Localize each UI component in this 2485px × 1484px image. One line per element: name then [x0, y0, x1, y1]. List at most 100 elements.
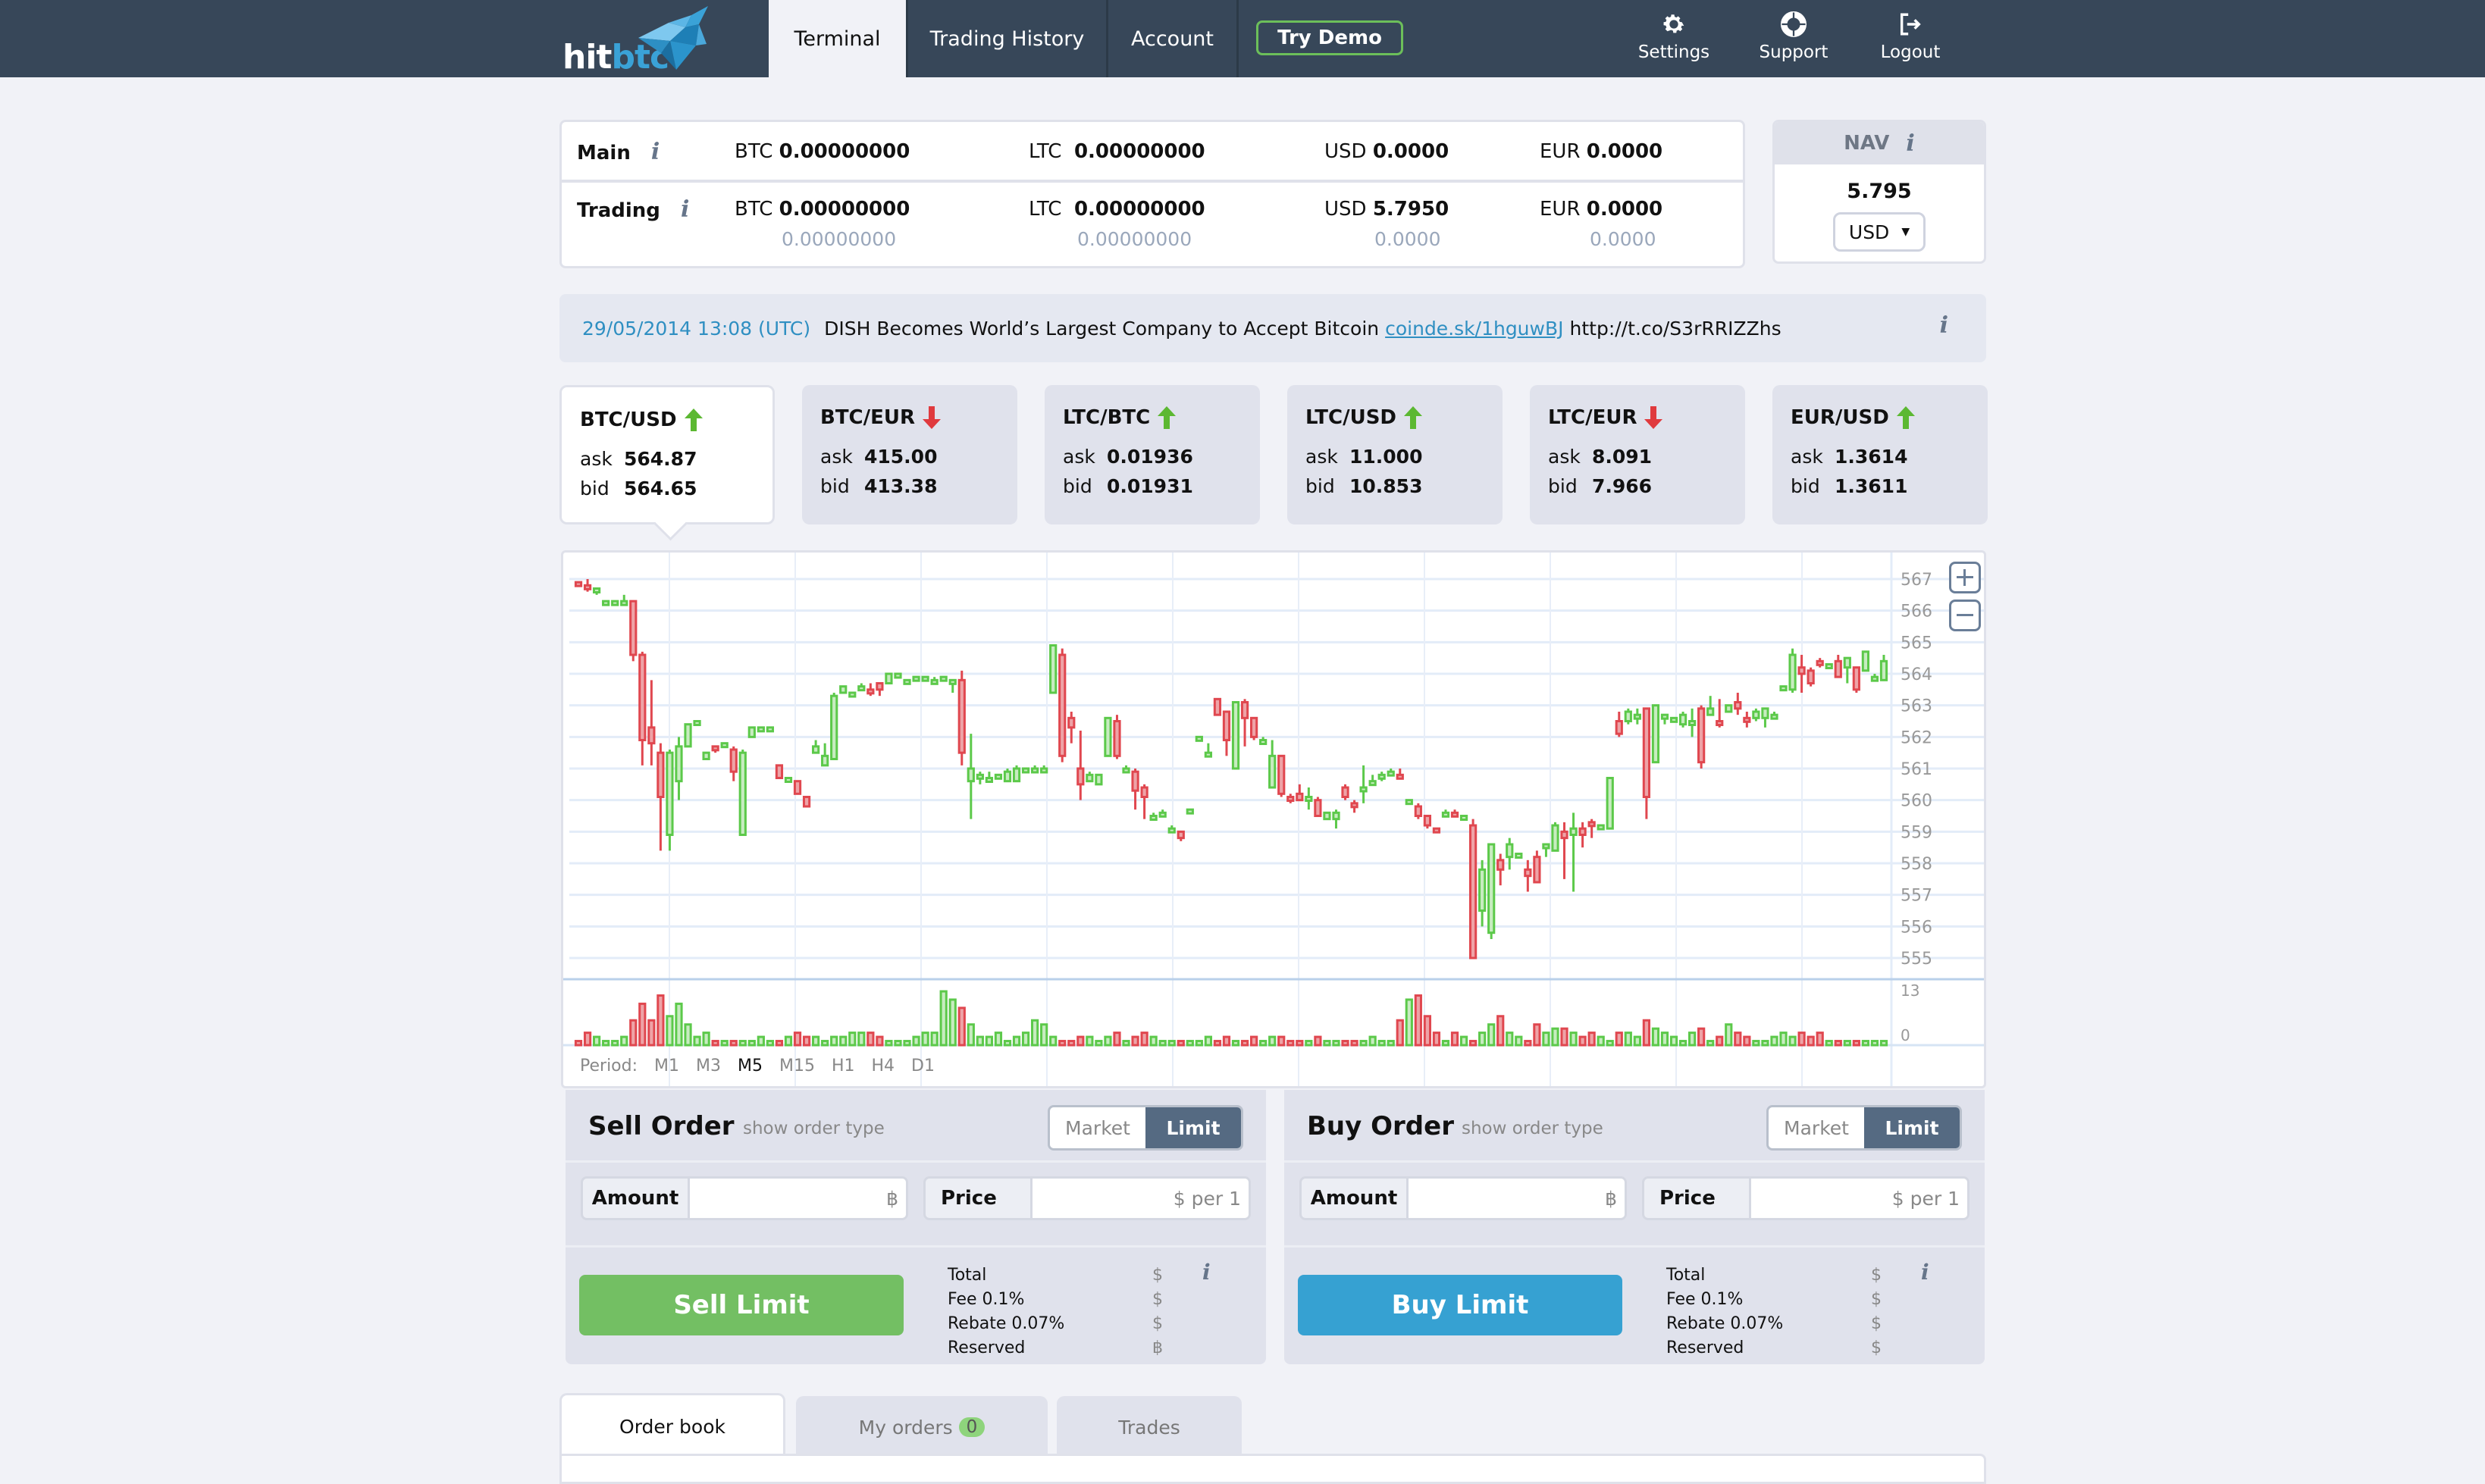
ticker-card[interactable]: BTC/USD ask 564.87 bid 564.65 — [559, 385, 775, 524]
zoom-out-button[interactable] — [1949, 600, 1981, 631]
candle-body — [1660, 713, 1669, 720]
candle-body — [1012, 767, 1021, 783]
candle-body — [1633, 713, 1641, 720]
volume-bar — [1752, 1040, 1760, 1047]
period-m1[interactable]: M1 — [654, 1057, 679, 1075]
amount-input[interactable] — [1406, 1179, 1625, 1218]
volume-bar — [1423, 1015, 1432, 1047]
period-m15[interactable]: M15 — [779, 1057, 815, 1075]
sell-limit-button[interactable]: Sell Limit — [579, 1275, 904, 1335]
period-d1[interactable]: D1 — [911, 1057, 935, 1075]
period-m5[interactable]: M5 — [738, 1057, 763, 1075]
hitbtc-logo[interactable]: hitbtc — [561, 6, 713, 77]
volume-bar — [1496, 1015, 1505, 1047]
caret-down-icon: ▼ — [1901, 226, 1910, 238]
volume-bar — [1158, 1040, 1167, 1047]
zoom-in-button[interactable] — [1949, 562, 1981, 593]
period-h1[interactable]: H1 — [832, 1057, 855, 1075]
volume-bar — [1542, 1032, 1550, 1047]
volume-bar — [1716, 1035, 1724, 1047]
volume-bar — [903, 1040, 911, 1047]
candle-body — [583, 584, 592, 590]
tab-trades[interactable]: Trades — [1057, 1396, 1242, 1458]
ticker-card[interactable]: LTC/USD ask 11.000 bid 10.853 — [1287, 385, 1503, 524]
candle-body — [1003, 770, 1012, 783]
volume-bar — [1131, 1035, 1139, 1047]
info-icon[interactable]: i — [1921, 1260, 1929, 1285]
volume-bar — [1468, 1040, 1478, 1047]
price-chart[interactable]: 567 566 565 564 563 562 561 560 559 558 557 556 555 1… — [561, 550, 1986, 1088]
try-demo-button[interactable]: Try Demo — [1256, 20, 1403, 55]
limit-option[interactable]: Limit — [1864, 1107, 1960, 1148]
candle-body — [1095, 773, 1103, 786]
bid-value: 10.853 — [1349, 475, 1423, 497]
buy-order-panel: Buy Order show order type Market Limit A… — [1284, 1090, 1985, 1364]
support-button[interactable]: Support — [1741, 8, 1847, 71]
ticker-card[interactable]: LTC/BTC ask 0.01936 bid 0.01931 — [1045, 385, 1260, 524]
unicorn-icon — [638, 6, 708, 70]
support-label: Support — [1759, 42, 1828, 62]
tab-my-orders[interactable]: My orders 0 — [796, 1396, 1048, 1458]
volume-bar — [1387, 1040, 1395, 1047]
volume-bar — [1825, 1040, 1833, 1047]
ticker-card[interactable]: EUR/USD ask 1.3614 bid 1.3611 — [1772, 385, 1988, 524]
candle-body — [1277, 754, 1286, 795]
ticker-card[interactable]: LTC/EUR ask 8.091 bid 7.966 — [1530, 385, 1745, 524]
candle-body — [1578, 827, 1587, 836]
volume-bar — [657, 994, 665, 1047]
candle-body — [821, 754, 829, 767]
info-icon[interactable]: i — [681, 196, 689, 223]
candle-body — [1204, 751, 1213, 758]
volume-bar — [1012, 1035, 1021, 1047]
volume-bar — [1204, 1035, 1213, 1047]
volume-bar — [1834, 1040, 1842, 1047]
volume-bar — [738, 1040, 747, 1047]
summary-label: Rebate 0.07% — [948, 1313, 1065, 1333]
market-option[interactable]: Market — [1769, 1107, 1864, 1148]
tab-order-book[interactable]: Order book — [559, 1393, 785, 1458]
candle-body — [620, 600, 628, 606]
candle-body — [1249, 716, 1258, 738]
ticker-pair: BTC/USD — [580, 409, 677, 431]
nav-tab-account[interactable]: Account — [1108, 0, 1239, 77]
volume-bar — [1642, 1019, 1651, 1047]
info-icon[interactable]: i — [651, 139, 660, 165]
volume-bar — [994, 1032, 1003, 1047]
info-icon[interactable]: i — [1202, 1260, 1211, 1285]
period-m3[interactable]: M3 — [696, 1057, 721, 1075]
candle-body — [647, 726, 656, 745]
candle-body — [1158, 811, 1167, 818]
volume-bar — [684, 1023, 692, 1047]
order-book-panel — [559, 1454, 1986, 1484]
candle-body — [1122, 767, 1130, 774]
price-input[interactable] — [1030, 1179, 1249, 1218]
show-order-type-link[interactable]: show order type — [743, 1119, 885, 1138]
summary-currency: $ — [1871, 1265, 1882, 1285]
info-icon[interactable]: i — [1906, 130, 1914, 157]
ticker-card[interactable]: BTC/EUR ask 415.00 bid 413.38 — [802, 385, 1017, 524]
candle-body — [1268, 754, 1277, 789]
buy-limit-button[interactable]: Buy Limit — [1298, 1275, 1622, 1335]
candle-body — [1076, 767, 1085, 786]
candle-body — [811, 745, 820, 754]
nav-tab-trading-history[interactable]: Trading History — [908, 0, 1108, 77]
show-order-type-link[interactable]: show order type — [1462, 1119, 1603, 1138]
market-option[interactable]: Market — [1050, 1107, 1145, 1148]
volume-bar — [1195, 1040, 1203, 1047]
candle-body — [1286, 796, 1295, 802]
settings-button[interactable]: Settings — [1621, 8, 1727, 71]
nav-tab-terminal[interactable]: Terminal — [769, 0, 908, 77]
amount-input[interactable] — [688, 1179, 906, 1218]
news-link[interactable]: coinde.sk/1hguwBJ — [1385, 318, 1563, 340]
nav-currency-select[interactable]: USD ▼ — [1833, 212, 1926, 252]
volume-bar — [1861, 1040, 1870, 1047]
candle-body — [1259, 739, 1268, 745]
info-icon[interactable]: i — [1940, 312, 1948, 339]
candle-body — [784, 777, 793, 783]
period-h4[interactable]: H4 — [872, 1057, 895, 1075]
limit-option[interactable]: Limit — [1145, 1107, 1241, 1148]
volume-bar — [574, 1040, 583, 1047]
logout-button[interactable]: Logout — [1857, 8, 1963, 71]
price-input[interactable] — [1749, 1179, 1967, 1218]
volume-bar — [1587, 1032, 1596, 1047]
